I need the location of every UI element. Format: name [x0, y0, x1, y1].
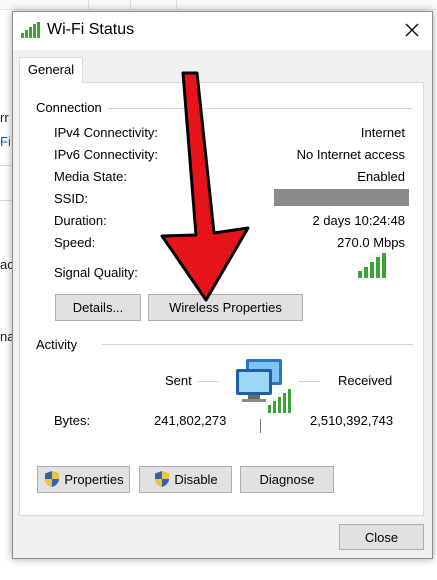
ipv4-value: Internet [360, 125, 405, 140]
media-state-label: Media State: [54, 169, 127, 184]
connection-heading: Connection [36, 100, 108, 115]
close-button[interactable]: Close [339, 524, 424, 550]
connection-divider [108, 108, 413, 109]
received-connector-line [298, 381, 320, 382]
diagnose-button[interactable]: Diagnose [240, 466, 334, 493]
properties-button[interactable]: Properties [37, 466, 130, 493]
background-toolbar-divider [176, 0, 177, 10]
uac-shield-icon [45, 471, 60, 488]
background-toolbar-divider [130, 0, 131, 10]
speed-value: 270.0 Mbps [337, 235, 405, 250]
background-toolbar-divider [88, 0, 89, 10]
tab-general[interactable]: General [19, 57, 83, 83]
uac-shield-icon [155, 471, 170, 488]
ssid-redacted-value [274, 189, 409, 206]
general-tab-panel: Connection IPv4 Connectivity: Internet I… [19, 82, 424, 516]
background-text-fragment: rr [0, 110, 9, 125]
duration-value: 2 days 10:24:48 [312, 213, 405, 228]
activity-center-divider [260, 419, 261, 433]
window-title: Wi-Fi Status [47, 21, 135, 38]
title-bar[interactable]: Wi-Fi Status [13, 12, 432, 50]
activity-divider [102, 344, 413, 345]
activity-heading: Activity [36, 337, 84, 352]
details-button[interactable]: Details... [55, 294, 141, 321]
close-icon[interactable] [402, 20, 422, 40]
background-text-fragment: na [0, 329, 12, 344]
sent-label: Sent [165, 373, 192, 388]
network-computers-icon [236, 359, 291, 413]
received-label: Received [338, 373, 393, 388]
sent-connector-line [197, 381, 219, 382]
background-divider [0, 200, 12, 201]
media-state-value: Enabled [357, 169, 405, 184]
ipv6-label: IPv6 Connectivity: [54, 147, 159, 162]
wireless-properties-button[interactable]: Wireless Properties [148, 294, 303, 321]
signal-quality-icon [358, 253, 386, 278]
bytes-sent-value: 241,802,273 [154, 413, 227, 428]
bytes-received-value: 2,510,392,743 [310, 413, 394, 428]
signal-quality-label: Signal Quality: [54, 265, 138, 280]
disable-button-label: Disable [174, 472, 218, 487]
wifi-signal-icon [21, 22, 40, 38]
ipv6-value: No Internet access [296, 147, 405, 162]
properties-button-label: Properties [64, 472, 124, 487]
bytes-label: Bytes: [54, 413, 91, 428]
speed-label: Speed: [54, 235, 96, 250]
ipv4-label: IPv4 Connectivity: [54, 125, 159, 140]
background-divider [0, 165, 12, 166]
ssid-label: SSID: [54, 191, 88, 206]
background-link-fragment: Fi [0, 134, 11, 149]
duration-label: Duration: [54, 213, 107, 228]
background-toolbar [0, 0, 437, 10]
background-text-fragment: ac [0, 257, 12, 272]
disable-button[interactable]: Disable [139, 466, 232, 493]
wifi-status-dialog: Wi-Fi Status General Connection IPv4 Con… [12, 11, 433, 559]
